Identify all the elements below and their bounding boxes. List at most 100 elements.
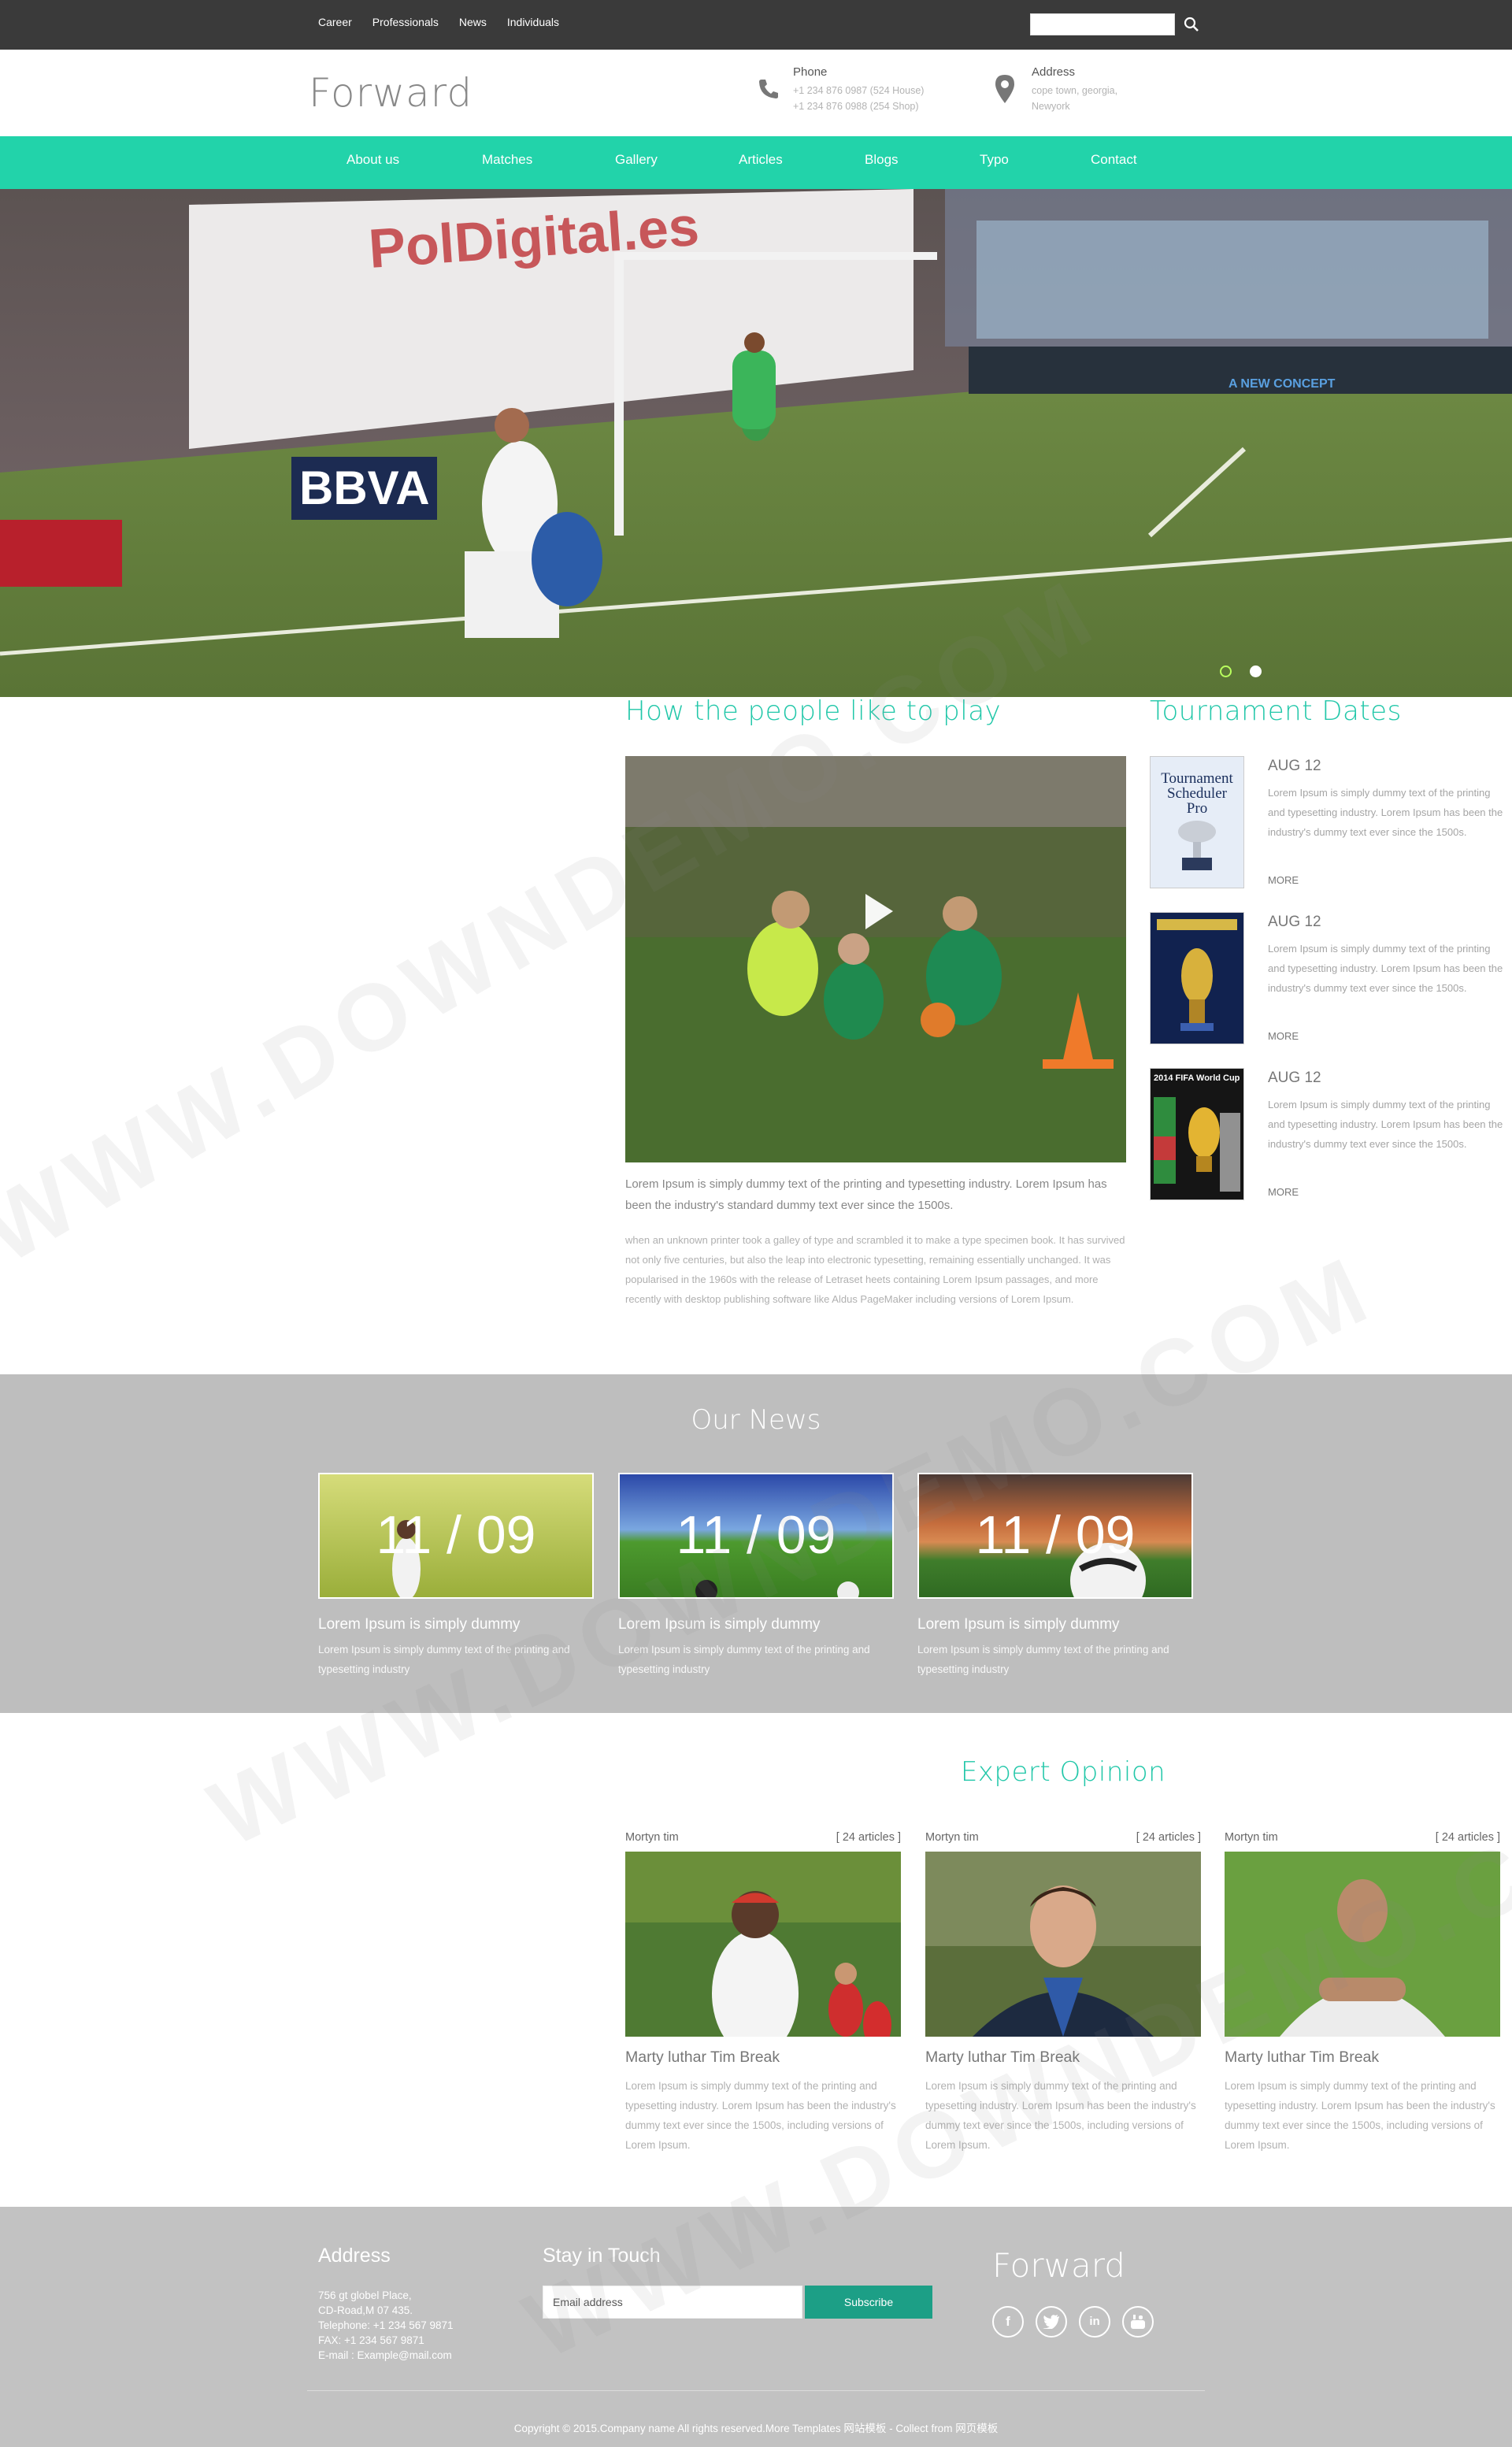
expert-author[interactable]: Mortyn tim: [925, 1831, 979, 1844]
address-line-2: Newyork: [1032, 101, 1070, 112]
news-card[interactable]: 11 / 09 Lorem Ipsum is simply dummy Lore…: [318, 1473, 594, 1679]
trophy-icon: [1157, 919, 1237, 1031]
twitter-bird-icon: [1043, 2315, 1059, 2330]
search-input[interactable]: [1030, 13, 1175, 35]
tournament-cover: 2014 FIFA World Cup: [1150, 1068, 1244, 1200]
top-link-individuals[interactable]: Individuals: [507, 16, 559, 28]
search-icon: [1184, 17, 1199, 32]
news-card[interactable]: 11 / 09 Lorem Ipsum is simply dummy Lore…: [917, 1473, 1193, 1679]
expert-meta: Mortyn tim [ 24 articles ]: [925, 1831, 1201, 1844]
news-text: Lorem Ipsum is simply dummy text of the …: [618, 1644, 870, 1675]
top-link-news[interactable]: News: [459, 16, 487, 28]
play-section-title: How the people like to play: [625, 695, 1002, 727]
top-nav: Career Professionals News Individuals: [318, 16, 559, 28]
phone-line-2: +1 234 876 0988 (254 Shop): [793, 101, 919, 112]
expert-author[interactable]: Mortyn tim: [1225, 1831, 1278, 1844]
tournament-text: Lorem Ipsum is simply dummy text of the …: [1268, 943, 1503, 994]
play-body-text: when an unknown printer took a galley of…: [625, 1234, 1125, 1305]
expert-articles-count[interactable]: [ 24 articles ]: [836, 1831, 901, 1844]
copyright-text: Copyright © 2015.Company name All rights…: [513, 2423, 999, 2434]
footer-email[interactable]: E-mail : Example@mail.com: [318, 2348, 454, 2363]
phone-icon: [759, 80, 778, 98]
nav-contact[interactable]: Contact: [1091, 152, 1137, 168]
expert-articles-count[interactable]: [ 24 articles ]: [1136, 1831, 1201, 1844]
tournament-title: Tournament Dates: [1150, 695, 1402, 727]
footer-divider: [307, 2390, 1205, 2391]
expert-text: Lorem Ipsum is simply dummy text of the …: [925, 2080, 1196, 2151]
address-label: Address: [1032, 65, 1076, 79]
news-headline[interactable]: Lorem Ipsum is simply dummy: [318, 1616, 594, 1633]
main-nav: About us Matches Gallery Articles Blogs …: [0, 136, 1512, 195]
expert-text: Lorem Ipsum is simply dummy text of the …: [625, 2080, 896, 2151]
nav-typo[interactable]: Typo: [980, 152, 1009, 168]
phone-line-1: +1 234 876 0987 (524 House): [793, 85, 925, 96]
news-text: Lorem Ipsum is simply dummy text of the …: [318, 1644, 570, 1675]
twitter-icon[interactable]: [1036, 2306, 1067, 2338]
news-date: 11 / 09: [376, 1505, 536, 1565]
news-card[interactable]: 11 / 09 Lorem Ipsum is simply dummy Lore…: [618, 1473, 894, 1679]
footer-address-title: Address: [318, 2245, 391, 2267]
hero-image: PolDigital.es A NEW CONCEPT BBVA: [0, 189, 1512, 697]
tournament-cover: [1150, 912, 1244, 1044]
expert-photo-art: [1225, 1852, 1500, 2037]
footer-address: 756 gt globel Place, CD-Road,M 07 435. T…: [318, 2288, 454, 2363]
expert-meta: Mortyn tim [ 24 articles ]: [1225, 1831, 1500, 1844]
cover-title: 2014 FIFA World Cup: [1154, 1073, 1240, 1083]
play-lead-text: Lorem Ipsum is simply dummy text of the …: [625, 1177, 1107, 1212]
trophy-icon: [1178, 821, 1216, 870]
expert-name[interactable]: Marty luthar Tim Break: [925, 2048, 1201, 2067]
slider-dot-1[interactable]: [1220, 666, 1232, 677]
expert-photo[interactable]: [925, 1852, 1201, 2037]
top-link-career[interactable]: Career: [318, 16, 352, 28]
tournament-item: 2014 FIFA World Cup AUG 12 Lorem Ipsum i…: [1150, 1068, 1512, 1202]
nav-articles[interactable]: Articles: [739, 152, 783, 168]
expert-photo[interactable]: [1225, 1852, 1500, 2037]
nav-about-us[interactable]: About us: [346, 152, 399, 168]
expert-title: Expert Opinion: [960, 1756, 1166, 1788]
news-title: Our News: [691, 1404, 821, 1436]
tournament-item: Tournament Scheduler Pro AUG 12 Lorem Ip…: [1150, 756, 1512, 890]
expert-text: Lorem Ipsum is simply dummy text of the …: [1225, 2080, 1495, 2151]
hero-slider: PolDigital.es A NEW CONCEPT BBVA: [0, 189, 1512, 697]
slider-dot-2[interactable]: [1250, 666, 1262, 677]
news-text: Lorem Ipsum is simply dummy text of the …: [917, 1644, 1169, 1675]
footer-address-line: CD-Road,M 07 435.: [318, 2304, 413, 2316]
nav-matches[interactable]: Matches: [482, 152, 532, 168]
newsletter-email-input[interactable]: Email address: [543, 2286, 802, 2319]
play-video-thumbnail: [625, 756, 1126, 1162]
tournament-date: AUG 12: [1268, 914, 1321, 930]
nav-gallery[interactable]: Gallery: [615, 152, 658, 168]
expert-photo-art: [625, 1852, 901, 2037]
nav-blogs[interactable]: Blogs: [865, 152, 899, 168]
linkedin-icon[interactable]: in: [1079, 2306, 1110, 2338]
footer-logo[interactable]: Forward: [992, 2246, 1125, 2285]
tournament-more-link[interactable]: MORE: [1268, 874, 1299, 886]
expert-meta: Mortyn tim [ 24 articles ]: [625, 1831, 901, 1844]
phone-label: Phone: [793, 65, 828, 79]
expert-articles-count[interactable]: [ 24 articles ]: [1436, 1831, 1500, 1844]
expert-card: Mortyn tim [ 24 articles ] Marty luthar …: [1225, 1831, 1500, 2155]
tournament-item: AUG 12 Lorem Ipsum is simply dummy text …: [1150, 912, 1512, 1046]
address-block: Address cope town, georgia, Newyork: [1032, 65, 1117, 114]
expert-card: Mortyn tim [ 24 articles ] Marty luthar …: [625, 1831, 901, 2155]
expert-name[interactable]: Marty luthar Tim Break: [625, 2048, 901, 2067]
expert-name[interactable]: Marty luthar Tim Break: [1225, 2048, 1500, 2067]
facebook-icon[interactable]: f: [992, 2306, 1024, 2338]
expert-author[interactable]: Mortyn tim: [625, 1831, 679, 1844]
trophy-icon: [1154, 1097, 1240, 1192]
top-link-professionals[interactable]: Professionals: [372, 16, 439, 28]
site-logo[interactable]: Forward: [309, 70, 472, 116]
subscribe-button[interactable]: Subscribe: [805, 2286, 932, 2319]
expert-photo[interactable]: [625, 1852, 901, 2037]
youtube-glyph: [1131, 2315, 1145, 2329]
youtube-icon[interactable]: [1122, 2306, 1154, 2338]
tournament-more-link[interactable]: MORE: [1268, 1030, 1299, 1042]
tournament-more-link[interactable]: MORE: [1268, 1186, 1299, 1198]
tournament-cover: Tournament Scheduler Pro: [1150, 756, 1244, 888]
footer-phone: Telephone: +1 234 567 9871: [318, 2319, 454, 2331]
play-video[interactable]: [625, 756, 1126, 1162]
footer-address-line: 756 gt globel Place,: [318, 2289, 412, 2301]
news-headline[interactable]: Lorem Ipsum is simply dummy: [618, 1616, 894, 1633]
search-button[interactable]: [1181, 14, 1202, 35]
news-headline[interactable]: Lorem Ipsum is simply dummy: [917, 1616, 1193, 1633]
